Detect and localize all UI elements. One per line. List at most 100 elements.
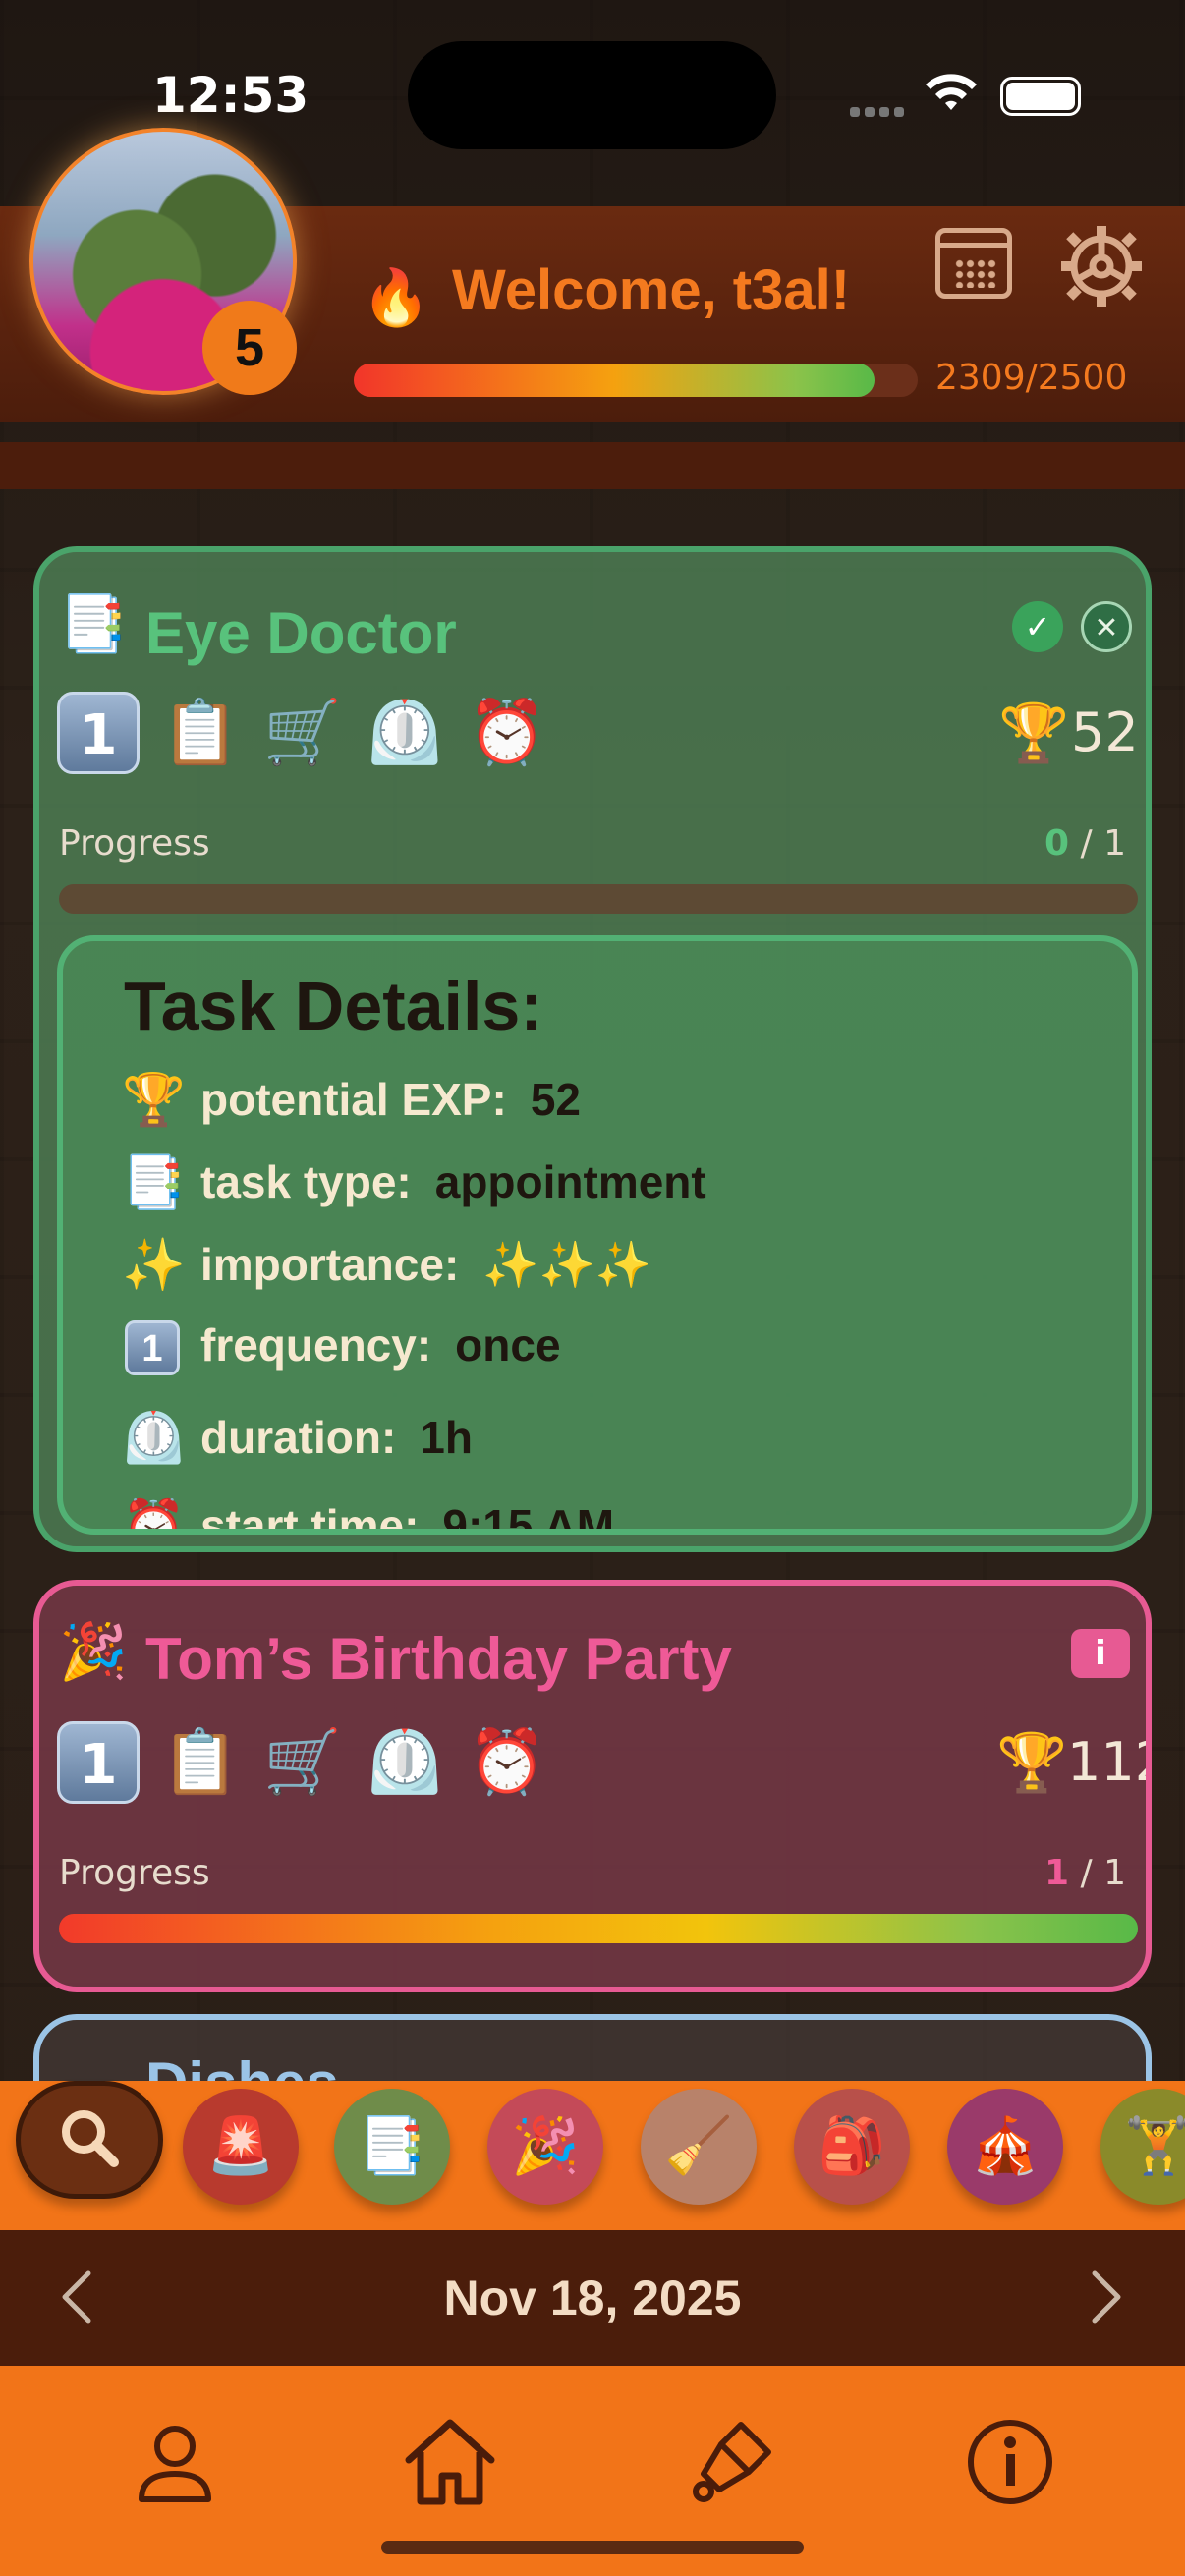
detail-row-type: 📑 task type: appointment <box>122 1148 706 1216</box>
info-icon[interactable] <box>961 2413 1059 2511</box>
dynamic-island <box>408 41 776 149</box>
backpack-icon: 🎒 <box>818 2114 886 2178</box>
circus-tent-icon: 🎪 <box>971 2114 1040 2178</box>
timer-icon: ⏲️ <box>366 1726 444 1799</box>
category-entertainment[interactable]: 🎪 <box>947 2089 1063 2205</box>
complete-button[interactable]: ✓ <box>1012 601 1063 652</box>
task-title: Eye Doctor <box>145 600 457 666</box>
cart-icon: 🛒 <box>263 697 342 769</box>
progress-bar <box>59 884 1138 914</box>
category-appointment[interactable]: 📑 <box>334 2089 450 2205</box>
timer-icon: ⏲️ <box>122 1409 186 1467</box>
clipboard-icon: 📋 <box>161 697 240 769</box>
sparkles-icon: ✨ <box>122 1236 186 1294</box>
detail-label: task type: <box>200 1156 412 1207</box>
progress-label: Progress <box>59 823 210 864</box>
detail-row-duration: ⏲️ duration: 1h <box>122 1403 473 1472</box>
detail-label: potential EXP: <box>200 1074 507 1125</box>
chevron-right-icon[interactable] <box>1087 2268 1126 2326</box>
details-title: Task Details: <box>124 968 543 1044</box>
category-school[interactable]: 🎒 <box>794 2089 910 2205</box>
detail-label: start time: <box>200 1500 420 1535</box>
number-one-icon: 1 <box>125 1320 180 1375</box>
xp-progress-fill <box>354 364 875 397</box>
progress-label: Progress <box>59 1853 210 1893</box>
detail-value: ✨✨✨ <box>482 1238 652 1290</box>
tab-bar <box>0 2366 1185 2576</box>
gear-icon[interactable] <box>1057 222 1146 310</box>
party-popper-icon: 🎉 <box>511 2114 580 2178</box>
paintbrush-icon[interactable] <box>682 2413 780 2511</box>
alarm-clock-icon: ⏰ <box>122 1497 186 1535</box>
frequency-icon: 1 <box>57 692 140 774</box>
flame-icon: 🔥 <box>362 266 430 330</box>
detail-value: 9:15 AM <box>442 1500 615 1535</box>
status-time: 12:53 <box>152 67 310 124</box>
task-attribute-icons: 1 📋 🛒 ⏲️ ⏰ <box>57 1721 607 1820</box>
category-chores[interactable]: 🧹 <box>641 2089 757 2205</box>
welcome-text: Welcome, t3al! <box>452 258 851 322</box>
task-attribute-icons: 1 📋 🛒 ⏲️ ⏰ <box>57 692 607 790</box>
trophy-icon: 🏆 <box>122 1071 186 1129</box>
task-details-panel: Task Details: 🏆 potential EXP: 52 📑 task… <box>57 935 1138 1535</box>
home-icon[interactable] <box>401 2413 499 2511</box>
detail-label: importance: <box>200 1239 460 1290</box>
timer-icon: ⏲️ <box>366 697 444 769</box>
info-bubble-icon[interactable]: i <box>1071 1629 1130 1678</box>
trophy-icon: 🏆 <box>996 1729 1068 1796</box>
battery-icon <box>1000 77 1081 116</box>
task-exp: 52 <box>1071 701 1139 763</box>
xp-progress-bar <box>354 364 918 397</box>
progress-total: 1 <box>1103 1853 1126 1893</box>
current-date: Nov 18, 2025 <box>443 2270 742 2325</box>
progress-total: 1 <box>1103 823 1126 864</box>
category-emergency[interactable]: 🚨 <box>183 2089 299 2205</box>
detail-label: frequency: <box>200 1319 432 1371</box>
broom-icon: 🧹 <box>664 2114 733 2178</box>
calendar-icon[interactable] <box>935 228 1012 299</box>
progress-count: 0 / 1 <box>1044 823 1126 864</box>
profile-icon[interactable] <box>126 2413 224 2511</box>
progress-done: 1 <box>1044 1853 1070 1893</box>
appointment-icon: 📑 <box>358 2114 426 2178</box>
detail-row-frequency: 1 frequency: once <box>122 1311 561 1379</box>
detail-value: 52 <box>530 1074 581 1125</box>
category-filter-bar: 🚨 📑 🎉 🧹 🎒 🎪 🏋️ <box>0 2081 1185 2230</box>
party-popper-icon: 🎉 <box>59 1620 128 1684</box>
detail-row-exp: 🏆 potential EXP: 52 <box>122 1065 581 1134</box>
task-title: Tom’s Birthday Party <box>145 1626 732 1692</box>
detail-row-start-time: ⏰ start time: 9:15 AM <box>122 1491 615 1535</box>
xp-text: 2309/2500 <box>935 358 1128 398</box>
alarm-clock-icon: ⏰ <box>468 1726 546 1799</box>
header-divider <box>0 442 1185 489</box>
search-button[interactable] <box>16 2081 163 2199</box>
task-card-eye-doctor[interactable]: 📑 Eye Doctor ✓ ✕ 1 📋 🛒 ⏲️ ⏰ 🏆 52 Progres… <box>33 546 1152 1552</box>
category-party[interactable]: 🎉 <box>487 2089 603 2205</box>
task-card-birthday-party[interactable]: 🎉 Tom’s Birthday Party i 1 📋 🛒 ⏲️ ⏰ 🏆 11… <box>33 1580 1152 1992</box>
level-badge: 5 <box>202 301 297 395</box>
search-icon <box>62 2110 119 2167</box>
alarm-clock-icon: ⏰ <box>468 697 546 769</box>
progress-count: 1 / 1 <box>1044 1853 1126 1893</box>
appointment-icon: 📑 <box>59 592 128 656</box>
weightlifter-icon: 🏋️ <box>1124 2114 1185 2178</box>
cart-icon: 🛒 <box>263 1726 342 1799</box>
date-navigation: Nov 18, 2025 <box>0 2230 1185 2366</box>
home-indicator <box>381 2541 804 2554</box>
appointment-icon: 📑 <box>122 1153 186 1211</box>
detail-label: duration: <box>200 1412 397 1463</box>
frequency-icon: 1 <box>57 1721 140 1804</box>
cellular-signal-icon <box>850 102 909 117</box>
detail-value: once <box>455 1319 561 1371</box>
clipboard-icon: 📋 <box>161 1726 240 1799</box>
progress-fill <box>59 1914 1138 1943</box>
dismiss-button[interactable]: ✕ <box>1081 601 1132 652</box>
detail-value: appointment <box>434 1156 706 1207</box>
wifi-icon <box>926 74 977 110</box>
detail-value: 1h <box>420 1412 473 1463</box>
task-exp: 112 <box>1067 1731 1146 1793</box>
siren-icon: 🚨 <box>206 2114 275 2178</box>
frequency-icon: 1 <box>122 1315 183 1375</box>
progress-bar <box>59 1914 1138 1943</box>
category-fitness[interactable]: 🏋️ <box>1100 2089 1185 2205</box>
